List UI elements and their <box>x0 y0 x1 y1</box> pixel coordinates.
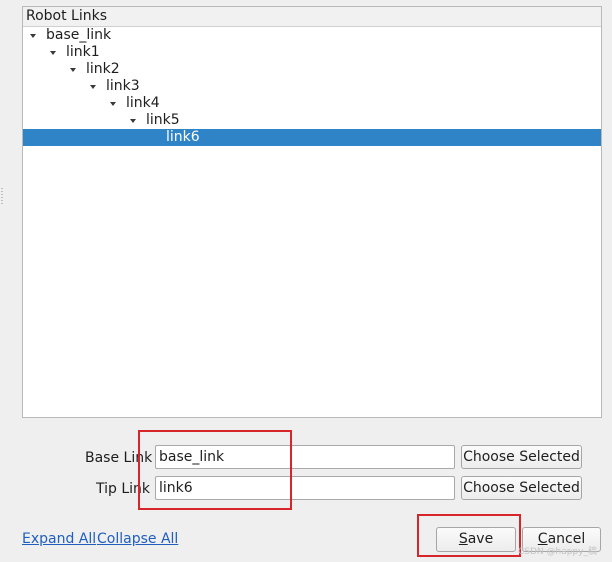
tree-item-link6[interactable]: link6 <box>23 129 601 146</box>
tree-item-label: link5 <box>146 112 180 128</box>
tree-item-label: link2 <box>86 61 120 77</box>
expand-arrow-icon[interactable] <box>30 34 36 38</box>
expand-arrow-icon[interactable] <box>90 85 96 89</box>
tree-item-label: base_link <box>46 27 112 43</box>
expand-arrow-icon[interactable] <box>70 68 76 72</box>
choose-selected-base-button[interactable]: Choose Selected <box>461 445 582 469</box>
tree-item-label: link4 <box>126 95 160 111</box>
tip-link-field[interactable]: link6 <box>155 476 455 500</box>
save-button[interactable]: Save <box>436 527 516 552</box>
expand-arrow-icon[interactable] <box>50 51 56 55</box>
save-label-rest: ave <box>467 531 494 547</box>
tree-item-link5[interactable]: link5 <box>23 112 601 129</box>
tree-item-label: link1 <box>66 44 100 60</box>
tree-item-label: link6 <box>166 129 200 145</box>
choose-selected-tip-button[interactable]: Choose Selected <box>461 476 582 500</box>
tip-link-label: Tip Link <box>96 481 151 497</box>
splitter-handle[interactable] <box>1 188 3 206</box>
tree-item-link1[interactable]: link1 <box>23 44 601 61</box>
expand-arrow-icon[interactable] <box>110 102 116 106</box>
tree-item-base-link[interactable]: base_link <box>23 27 601 44</box>
collapse-all-link[interactable]: Collapse All <box>97 531 178 547</box>
robot-links-tree[interactable]: Robot Links base_link link1 link2 link3 … <box>22 6 602 418</box>
tree-item-label: link3 <box>106 78 140 94</box>
tree-header: Robot Links <box>23 7 601 27</box>
expand-arrow-icon[interactable] <box>130 119 136 123</box>
save-mnemonic: S <box>458 531 468 547</box>
tree-item-link2[interactable]: link2 <box>23 61 601 78</box>
expand-all-link[interactable]: Expand All <box>22 531 96 547</box>
watermark-text: CSDN @happy_稿 <box>518 547 597 557</box>
tree-item-link3[interactable]: link3 <box>23 78 601 95</box>
base-link-field[interactable]: base_link <box>155 445 455 469</box>
base-link-label: Base Link <box>85 450 153 466</box>
tree-item-link4[interactable]: link4 <box>23 95 601 112</box>
